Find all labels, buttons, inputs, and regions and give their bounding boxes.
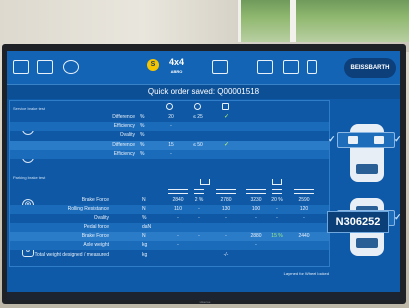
table-row: Axle weight kg - - (10, 241, 329, 250)
difference-icon (272, 189, 282, 194)
table-row: Difference % 20 ≤ 25 ✓ (112, 114, 230, 120)
table-row: Rolling Resistance N 110 - 130 100 - 120 (10, 205, 329, 214)
table-row: Ovality % - - - - - - (93, 215, 305, 221)
results-panel: Service brake test ! P Difference % 20 ≤… (9, 100, 330, 267)
right-wheel-icon (216, 189, 236, 194)
device-icon (222, 103, 229, 110)
window-background (238, 0, 409, 42)
report-icon[interactable] (257, 60, 273, 74)
os-taskbar (7, 292, 400, 300)
right-wheel-icon (294, 189, 314, 194)
check-icon: ✓ (394, 134, 400, 144)
service-brake-title: Service brake test (13, 106, 46, 111)
photo-scene: S 4x4 ABRO BEISSBARTH Quick order saved:… (0, 0, 409, 308)
ok-check-icon: ✓ (224, 114, 230, 120)
axle-icon (200, 179, 210, 185)
table-row: Efficiency % - (10, 150, 329, 159)
check-icon: ✓ (328, 134, 336, 144)
device-icon[interactable] (307, 60, 317, 74)
lift-icon[interactable] (13, 60, 29, 74)
disc-icon (194, 103, 201, 110)
table-row: Efficiency % - (10, 122, 329, 131)
edit-icon[interactable] (283, 60, 299, 74)
parking-brake-title: Parking brake test (13, 175, 46, 180)
table-row: Total weight designed / measured kg -/- (34, 252, 229, 258)
brake-disc-icon[interactable] (63, 60, 79, 74)
disc-icon (166, 103, 173, 110)
order-number: N306252 (327, 211, 389, 233)
window-frame (290, 0, 296, 42)
check-icon: ✓ (394, 212, 400, 222)
left-wheel-icon (246, 189, 266, 194)
status-message: Quick order saved: Q00001518 (7, 85, 400, 99)
table-row: Pedal force daN (10, 223, 329, 232)
mode-label: 4x4 (169, 57, 185, 67)
axle-icon[interactable] (37, 60, 53, 74)
difference-icon (194, 189, 204, 194)
mode-badge-icon[interactable]: S (147, 59, 159, 71)
front-axle-indicator[interactable] (337, 132, 395, 148)
mode-sub-label: ABRO (170, 69, 183, 74)
vehicle-diagram: ✓ ✓ ✓ ✓ (328, 100, 400, 267)
toolbar: S 4x4 ABRO BEISSBARTH (7, 51, 400, 85)
axle-icon (272, 179, 282, 185)
table-row: Ovality % (119, 132, 145, 138)
monitor-brand: Hisense (199, 300, 211, 304)
table-row: Brake Force N 2840 2 % 2780 3230 20 % 25… (81, 197, 310, 203)
footer-note: Layrned for Wheel locked (283, 271, 329, 276)
table-row: Difference % 15 ≤ 50 ✓ (10, 141, 329, 150)
table-row: Brake Force N - - - 2880 15 % 2440 (10, 232, 329, 241)
app-screen: S 4x4 ABRO BEISSBARTH Quick order saved:… (7, 51, 400, 292)
mode-4x4-button[interactable]: 4x4 ABRO (169, 57, 184, 77)
brand-logo: BEISSBARTH (344, 58, 396, 78)
printer-icon[interactable] (212, 60, 228, 74)
left-wheel-icon (168, 189, 188, 194)
ok-check-icon: ✓ (224, 142, 230, 148)
